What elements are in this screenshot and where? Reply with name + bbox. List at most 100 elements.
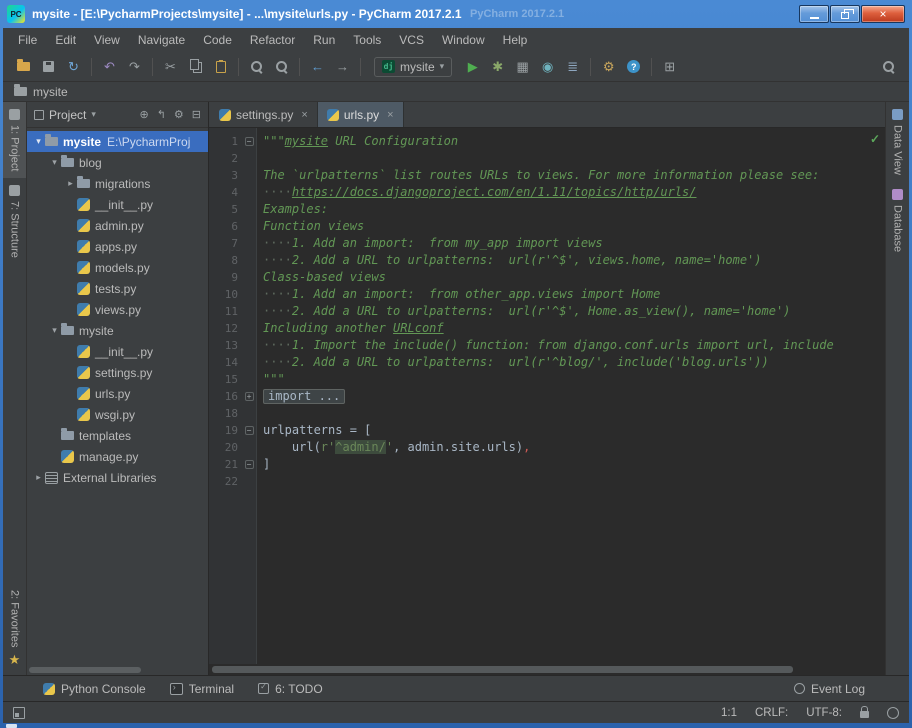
fold-column[interactable] — [242, 337, 256, 354]
menu-item[interactable]: File — [9, 31, 46, 49]
line-number[interactable]: 11 — [209, 303, 242, 320]
menu-item[interactable]: VCS — [390, 31, 433, 49]
tree-row[interactable]: wsgi.py — [27, 404, 208, 425]
fold-column[interactable]: + — [242, 388, 256, 405]
titlebar[interactable]: PC mysite - [E:\PycharmProjects\mysite] … — [0, 0, 912, 28]
tree-row[interactable]: views.py — [27, 299, 208, 320]
fold-column[interactable] — [242, 320, 256, 337]
tree-row[interactable]: ▸External Libraries — [27, 467, 208, 488]
editor-scrollbar[interactable] — [209, 664, 885, 675]
menu-item[interactable]: Code — [194, 31, 241, 49]
line-separator-widget[interactable]: CRLF: — [755, 707, 788, 719]
event-log-button[interactable]: Event Log — [794, 682, 865, 696]
paste-icon[interactable] — [208, 56, 233, 78]
terminal-button[interactable]: Terminal — [170, 682, 234, 696]
resize-grip[interactable] — [6, 724, 17, 728]
cut-icon[interactable]: ✂ — [158, 56, 183, 78]
find-icon[interactable] — [244, 56, 269, 78]
tool-button-database[interactable]: Database — [886, 182, 909, 259]
fold-column[interactable]: − — [242, 133, 256, 150]
tree-row[interactable]: ▸migrations — [27, 173, 208, 194]
breadcrumb-item[interactable]: mysite — [33, 85, 68, 99]
fold-marker-icon[interactable]: + — [245, 392, 254, 401]
tree-row[interactable]: models.py — [27, 257, 208, 278]
line-number[interactable]: 19 — [209, 422, 242, 439]
fold-column[interactable] — [242, 371, 256, 388]
caret-position[interactable]: 1:1 — [721, 707, 737, 719]
copy-icon[interactable] — [183, 56, 208, 78]
highlighting-level-icon[interactable] — [887, 707, 899, 719]
tree-row[interactable]: ▾blog — [27, 152, 208, 173]
line-number[interactable]: 14 — [209, 354, 242, 371]
forward-icon[interactable]: → — [330, 56, 355, 78]
tool-button-project[interactable]: 1: Project — [3, 102, 26, 178]
fold-column[interactable] — [242, 286, 256, 303]
tree-row[interactable]: ▾mysite — [27, 320, 208, 341]
menu-item[interactable]: Edit — [46, 31, 85, 49]
locate-file-icon[interactable]: ⊕ — [139, 108, 148, 121]
fold-column[interactable] — [242, 303, 256, 320]
menu-item[interactable]: Navigate — [129, 31, 194, 49]
fold-column[interactable] — [242, 167, 256, 184]
scrollbar-thumb[interactable] — [29, 667, 141, 673]
menu-item[interactable]: Refactor — [241, 31, 304, 49]
fold-column[interactable] — [242, 473, 256, 490]
tree-row[interactable]: settings.py — [27, 362, 208, 383]
fold-column[interactable] — [242, 218, 256, 235]
fold-column[interactable] — [242, 354, 256, 371]
line-number[interactable]: 7 — [209, 235, 242, 252]
project-structure-icon[interactable]: ⊞ — [657, 56, 682, 78]
line-number[interactable]: 9 — [209, 269, 242, 286]
readonly-lock-icon[interactable] — [860, 711, 869, 718]
tree-row[interactable]: urls.py — [27, 383, 208, 404]
menu-item[interactable]: Help — [494, 31, 537, 49]
tree-row[interactable]: __init__.py — [27, 341, 208, 362]
tree-row[interactable]: templates — [27, 425, 208, 446]
redo-icon[interactable]: ↷ — [122, 56, 147, 78]
editor-tab[interactable]: settings.py× — [210, 102, 318, 127]
tree-row[interactable]: apps.py — [27, 236, 208, 257]
fold-column[interactable] — [242, 201, 256, 218]
fold-column[interactable] — [242, 405, 256, 422]
project-scrollbar[interactable] — [27, 665, 208, 675]
fold-marker-icon[interactable]: − — [245, 137, 254, 146]
fold-column[interactable] — [242, 150, 256, 167]
menu-item[interactable]: Window — [433, 31, 494, 49]
replace-icon[interactable] — [269, 56, 294, 78]
tool-button-data-view[interactable]: Data View — [886, 102, 909, 182]
fold-column[interactable] — [242, 252, 256, 269]
back-icon[interactable]: ← — [305, 56, 330, 78]
close-tab-icon[interactable]: × — [301, 109, 307, 121]
tree-row[interactable]: tests.py — [27, 278, 208, 299]
save-all-icon[interactable] — [36, 56, 61, 78]
menu-item[interactable]: Run — [304, 31, 344, 49]
scrollbar-thumb[interactable] — [212, 666, 793, 673]
run-config-select[interactable]: dj mysite ▾ — [374, 57, 452, 77]
fold-column[interactable] — [242, 184, 256, 201]
line-number[interactable]: 5 — [209, 201, 242, 218]
line-number[interactable]: 18 — [209, 405, 242, 422]
tree-row[interactable]: admin.py — [27, 215, 208, 236]
run-icon[interactable]: ▶ — [460, 56, 485, 78]
fold-column[interactable] — [242, 269, 256, 286]
line-number[interactable]: 22 — [209, 473, 242, 490]
line-number[interactable]: 12 — [209, 320, 242, 337]
line-number[interactable]: 21 — [209, 456, 242, 473]
todo-button[interactable]: 6: TODO — [258, 682, 323, 696]
undo-icon[interactable]: ↶ — [97, 56, 122, 78]
fold-marker-icon[interactable]: − — [245, 460, 254, 469]
tool-button-structure[interactable]: 7: Structure — [3, 178, 26, 265]
fold-marker-icon[interactable]: − — [245, 426, 254, 435]
close-tab-icon[interactable]: × — [387, 109, 393, 121]
fold-column[interactable] — [242, 439, 256, 456]
line-number[interactable]: 4 — [209, 184, 242, 201]
close-button[interactable]: × — [861, 5, 905, 23]
collapse-all-icon[interactable]: ↰ — [157, 108, 166, 121]
line-number[interactable]: 2 — [209, 150, 242, 167]
menu-item[interactable]: View — [85, 31, 129, 49]
editor[interactable]: 1−"""mysite URL Configuration23The `urlp… — [209, 128, 885, 664]
run-task-icon[interactable]: ≣ — [560, 56, 585, 78]
toolwindow-toggle-icon[interactable] — [13, 707, 25, 719]
line-number[interactable]: 15 — [209, 371, 242, 388]
line-number[interactable]: 10 — [209, 286, 242, 303]
